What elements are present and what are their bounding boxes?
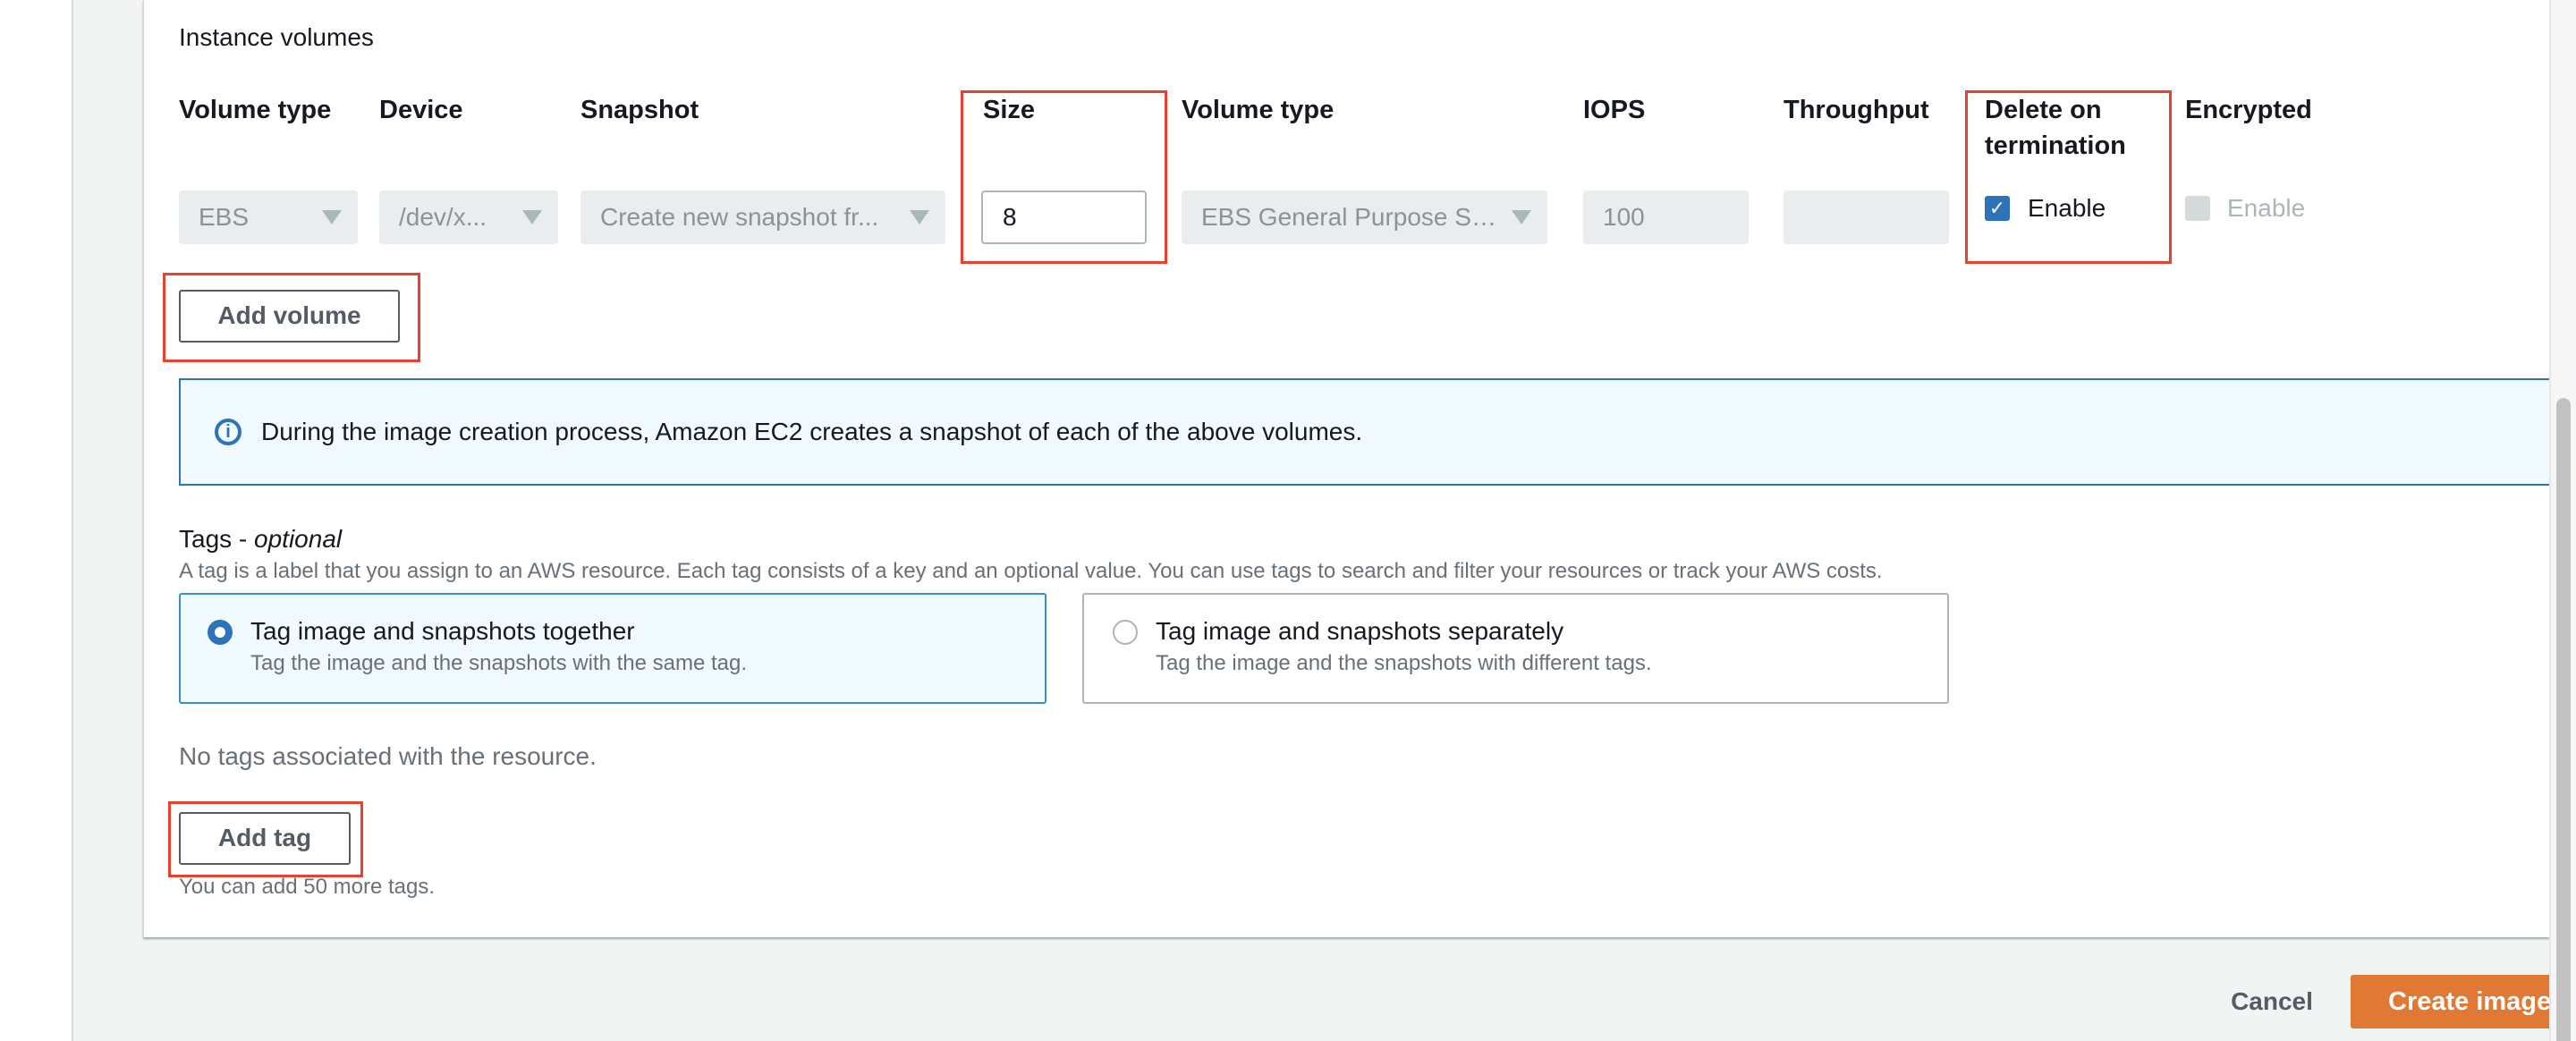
device-value: /dev/x... (399, 203, 487, 231)
iops-input: 100 (1583, 190, 1749, 244)
radio-desc-tag-separately: Tag the image and the snapshots with dif… (1156, 651, 1652, 675)
delete-on-termination-highlight (1965, 90, 2172, 264)
volume-type-value: EBS (199, 203, 250, 231)
radio-card-tag-together[interactable]: Tag image and snapshots together Tag the… (179, 593, 1046, 704)
create-image-button[interactable]: Create image (2351, 975, 2565, 1028)
radio-selected-icon[interactable] (208, 620, 233, 645)
col-header-ebs-volume-type: Volume type (1182, 96, 1335, 124)
col-header-volume-type: Volume type (179, 96, 332, 124)
no-tags-text: No tags associated with the resource. (179, 742, 597, 770)
col-header-encrypted: Encrypted (2185, 96, 2312, 124)
encrypted-checkbox (2185, 196, 2210, 221)
throughput-input (1784, 190, 1949, 244)
col-header-snapshot: Snapshot (580, 96, 699, 124)
caret-down-icon (522, 210, 542, 224)
radio-card-tag-separately[interactable]: Tag image and snapshots separately Tag t… (1082, 593, 1949, 704)
add-tag-button[interactable]: Add tag (179, 812, 351, 865)
radio-label-tag-together: Tag image and snapshots together (250, 617, 635, 645)
size-value: 8 (1003, 203, 1017, 231)
delete-on-termination-label[interactable]: Enable (2028, 195, 2106, 222)
info-icon: i (215, 419, 242, 445)
tags-title-optional: optional (254, 525, 343, 553)
tags-title-text: Tags - (179, 525, 255, 553)
col-header-iops: IOPS (1583, 96, 1646, 124)
size-input[interactable]: 8 (981, 190, 1147, 244)
caret-down-icon (322, 210, 342, 224)
add-volume-button[interactable]: Add volume (179, 290, 400, 343)
ebs-volume-type-select: EBS General Purpose SS... (1182, 190, 1547, 244)
info-alert-text: During the image creation process, Amazo… (261, 418, 1363, 445)
snapshot-select: Create new snapshot fr... (580, 190, 945, 244)
radio-label-tag-separately: Tag image and snapshots separately (1156, 617, 1564, 645)
tags-remaining-text: You can add 50 more tags. (179, 875, 435, 899)
device-select: /dev/x... (379, 190, 558, 244)
encrypted-label: Enable (2227, 194, 2306, 222)
iops-value: 100 (1603, 203, 1645, 231)
radio-unselected-icon[interactable] (1113, 620, 1138, 645)
tags-description: A tag is a label that you assign to an A… (179, 559, 1883, 583)
scrollbar-thumb[interactable] (2556, 398, 2571, 1041)
radio-desc-tag-together: Tag the image and the snapshots with the… (250, 651, 748, 675)
cancel-button[interactable]: Cancel (2218, 982, 2326, 1021)
col-header-device: Device (379, 96, 463, 124)
checkmark-icon: ✓ (1988, 197, 2006, 219)
tags-title: Tags - optional (179, 525, 342, 554)
caret-down-icon (1512, 210, 1531, 224)
snapshot-value: Create new snapshot fr... (600, 203, 879, 231)
col-header-throughput: Throughput (1784, 96, 1929, 124)
left-margin (0, 0, 72, 1041)
caret-down-icon (910, 210, 929, 224)
volume-type-select: EBS (179, 190, 358, 244)
ebs-volume-type-value: EBS General Purpose SS... (1201, 203, 1505, 231)
instance-volumes-title: Instance volumes (179, 23, 374, 51)
delete-on-termination-checkbox[interactable]: ✓ (1985, 196, 2010, 221)
